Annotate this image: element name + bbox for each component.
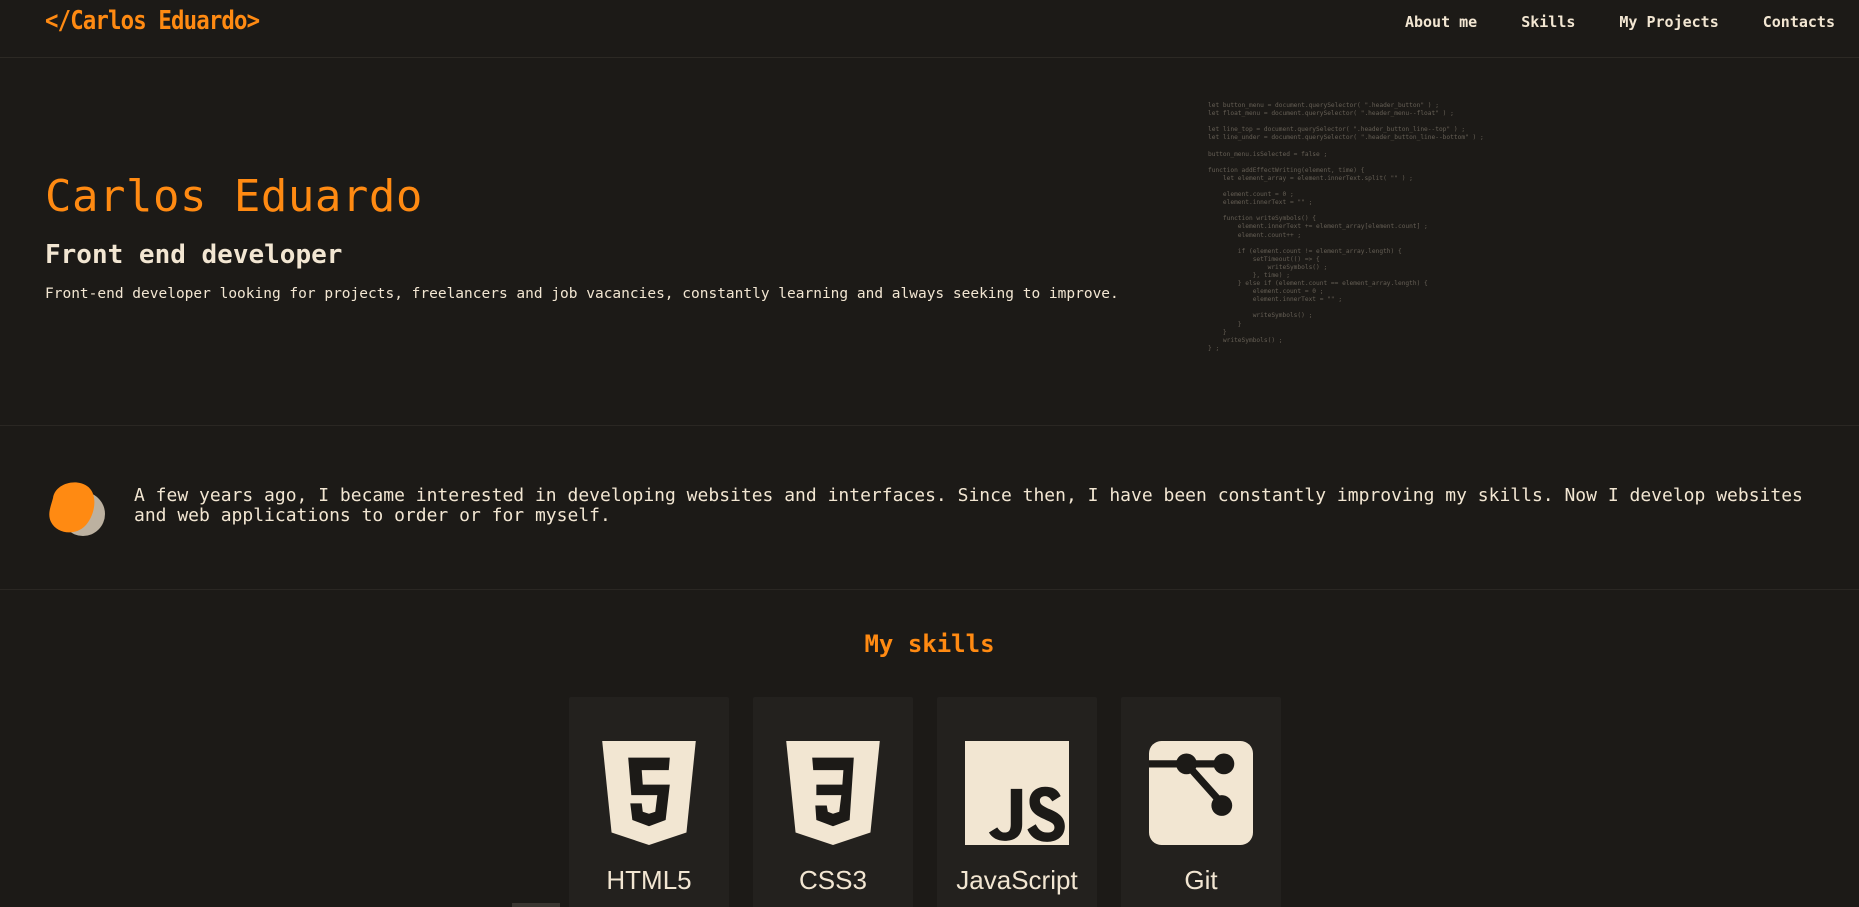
main-nav: About me Skills My Projects Contacts bbox=[1405, 13, 1835, 31]
code-line: writeSymbols() ; bbox=[1208, 312, 1313, 320]
code-line: element.innerText += element_array[eleme… bbox=[1208, 223, 1428, 231]
code-line: element.count = 0 ; bbox=[1208, 288, 1324, 296]
hero-description: Front-end developer looking for projects… bbox=[45, 286, 1119, 302]
skill-card-html5[interactable]: HTML5 bbox=[569, 697, 729, 907]
code-line: element.innerText = "" ; bbox=[1208, 199, 1313, 207]
avatar-blob-icon bbox=[49, 482, 105, 536]
skill-label-git: Git bbox=[1184, 865, 1218, 895]
code-line: } bbox=[1208, 320, 1242, 328]
skills-title: My skills bbox=[864, 630, 995, 658]
git-icon bbox=[1149, 741, 1253, 845]
code-line: element.count++ ; bbox=[1208, 231, 1302, 239]
about-text: A few years ago, I became interested in … bbox=[134, 485, 1803, 526]
html5-icon bbox=[602, 741, 696, 845]
javascript-icon bbox=[965, 741, 1069, 845]
skill-card-css3[interactable]: CSS3 bbox=[753, 697, 913, 907]
code-line: }, time) ; bbox=[1208, 271, 1290, 279]
code-line: let line_top = document.querySelector( "… bbox=[1208, 126, 1466, 134]
code-line: writeSymbols() ; bbox=[1208, 263, 1328, 271]
code-line: writeSymbols() ; bbox=[1208, 336, 1283, 344]
code-line: if (element.count != element_array.lengt… bbox=[1208, 247, 1402, 255]
code-snippet: let button_menu = document.querySelector… bbox=[1208, 102, 1508, 353]
skill-label-html5: HTML5 bbox=[606, 865, 692, 895]
about-section: A few years ago, I became interested in … bbox=[0, 426, 1859, 590]
nav-link-skills[interactable]: Skills bbox=[1521, 13, 1575, 31]
nav-link-contacts[interactable]: Contacts bbox=[1763, 13, 1835, 31]
hero-section: Carlos Eduardo Front end developer Front… bbox=[0, 58, 1859, 426]
hero-name: Carlos Eduardo bbox=[45, 171, 423, 222]
nav-link-my-projects[interactable]: My Projects bbox=[1619, 13, 1718, 31]
css3-icon bbox=[786, 741, 880, 845]
code-line: } bbox=[1208, 328, 1227, 336]
skill-label-css3: CSS3 bbox=[799, 865, 867, 895]
code-line: } else if (element.count == element_arra… bbox=[1208, 280, 1428, 288]
skill-card-javascript[interactable]: JavaScript bbox=[937, 697, 1097, 907]
site-logo[interactable]: </Carlos Eduardo> bbox=[45, 6, 260, 36]
skill-card-git[interactable]: Git bbox=[1121, 697, 1281, 907]
code-line: } ; bbox=[1208, 344, 1220, 352]
code-line: let element_array = element.innerText.sp… bbox=[1208, 174, 1413, 182]
code-line: element.innerText = "" ; bbox=[1208, 296, 1343, 304]
scroll-indicator[interactable] bbox=[512, 903, 560, 907]
nav-link-about-me[interactable]: About me bbox=[1405, 13, 1477, 31]
code-line: function addEffectWriting(element, time)… bbox=[1208, 166, 1365, 174]
code-line: let line_under = document.querySelector(… bbox=[1208, 134, 1484, 142]
hero-title: Front end developer bbox=[45, 240, 343, 270]
code-line: let button_menu = document.querySelector… bbox=[1208, 102, 1439, 109]
code-line: element.count = 0 ; bbox=[1208, 191, 1294, 199]
code-line: let float_menu = document.querySelector(… bbox=[1208, 110, 1454, 118]
code-line: setTimeout(() => { bbox=[1208, 255, 1320, 263]
skills-section: My skills HTML5 CSS3 JavaScript Git bbox=[0, 590, 1859, 907]
code-line: function writeSymbols() { bbox=[1208, 215, 1317, 223]
site-header: </Carlos Eduardo> About me Skills My Pro… bbox=[0, 0, 1859, 58]
code-line: button_menu.isSelected = false ; bbox=[1208, 150, 1328, 158]
skill-label-javascript: JavaScript bbox=[956, 865, 1078, 895]
